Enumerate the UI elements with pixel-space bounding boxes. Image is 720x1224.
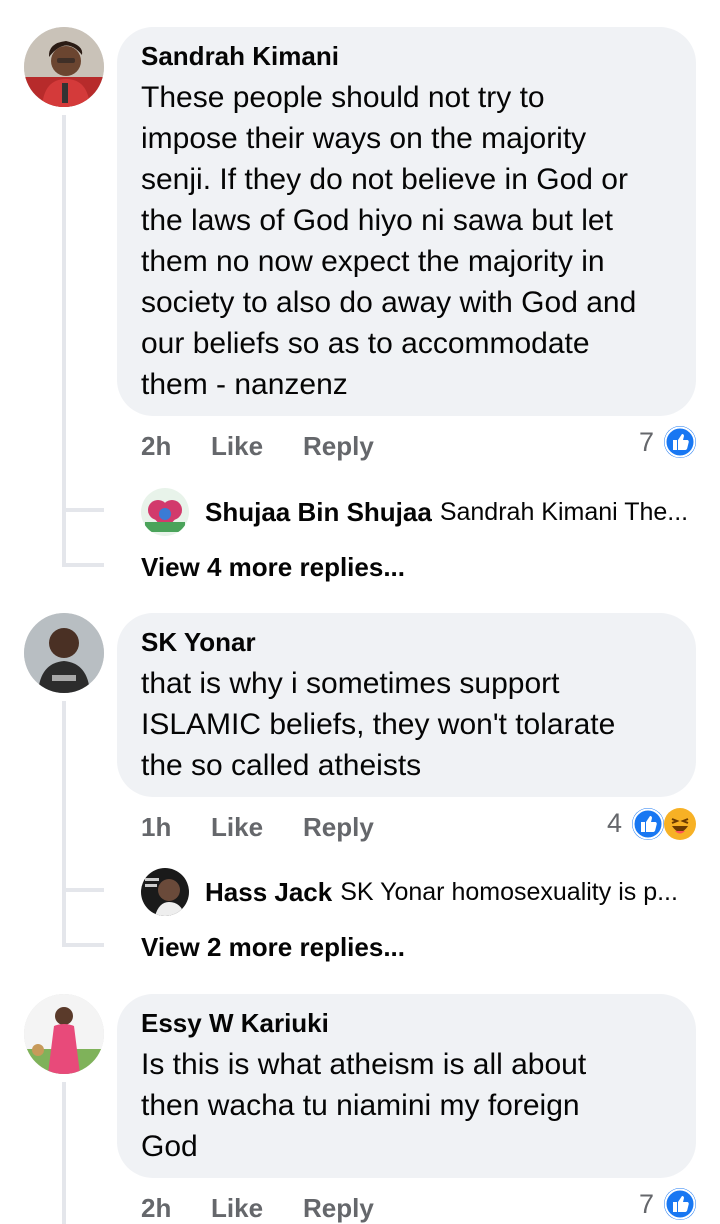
reply-text: Sandrah Kimani The...	[439, 497, 689, 526]
comment-author[interactable]: SK Yonar	[141, 627, 672, 657]
avatar[interactable]	[141, 868, 189, 916]
like-icon[interactable]	[632, 808, 664, 840]
view-more-replies-link[interactable]: View 2 more replies...	[141, 932, 405, 963]
comment-bubble[interactable]: Essy W Kariuki Is this is what atheism i…	[117, 994, 696, 1178]
comment-text: These people should not try to impose th…	[141, 77, 672, 405]
comment-author[interactable]: Essy W Kariuki	[141, 1008, 672, 1038]
comment-text-line: then wacha tu niamini my foreign	[141, 1089, 580, 1122]
comment-text-line: senji. If they do not believe in God or	[141, 163, 628, 196]
comment-time: 1h	[141, 812, 172, 842]
reply-author[interactable]: Shujaa Bin Shujaa	[205, 497, 432, 528]
reply-text: SK Yonar homosexuality is p...	[340, 877, 678, 906]
avatar[interactable]	[24, 613, 104, 693]
thread-line	[62, 1082, 66, 1224]
avatar[interactable]	[141, 488, 189, 536]
comment-author[interactable]: Sandrah Kimani	[141, 41, 672, 71]
comment-text-line: Is this is what atheism is all about	[141, 1048, 587, 1081]
thread-branch	[62, 563, 104, 567]
like-button[interactable]: Like	[211, 431, 263, 461]
like-button[interactable]: Like	[211, 812, 263, 842]
comment-text: Is this is what atheism is all about the…	[141, 1044, 672, 1167]
comment-text-line: ISLAMIC beliefs, they won't tolarate	[141, 708, 616, 741]
thread-branch	[62, 888, 104, 892]
comment-bubble[interactable]: Sandrah Kimani These people should not t…	[117, 27, 696, 416]
like-icon[interactable]	[664, 426, 696, 458]
comment-text-line: impose their ways on the majority	[141, 122, 587, 155]
comment-text: that is why i sometimes support ISLAMIC …	[141, 663, 672, 786]
like-button[interactable]: Like	[211, 1193, 263, 1223]
reply-author[interactable]: Hass Jack	[205, 877, 332, 908]
reply-button[interactable]: Reply	[303, 431, 374, 461]
reply-preview[interactable]: Shujaa Bin Shujaa Sandrah Kimani The...	[141, 488, 688, 536]
view-more-replies-link[interactable]: View 4 more replies...	[141, 552, 405, 583]
thread-branch	[62, 508, 104, 512]
comment-text-line: These people should not try to	[141, 81, 545, 114]
reply-button[interactable]: Reply	[303, 812, 374, 842]
comment-text-line: the laws of God hiyo ni sawa but let	[141, 204, 613, 237]
reaction-count[interactable]: 7	[639, 1188, 654, 1220]
comment-bubble[interactable]: SK Yonar that is why i sometimes support…	[117, 613, 696, 797]
avatar[interactable]	[24, 27, 104, 107]
reply-preview[interactable]: Hass Jack SK Yonar homosexuality is p...	[141, 868, 678, 916]
comment-text-line: that is why i sometimes support	[141, 667, 560, 700]
reaction-count[interactable]: 7	[639, 426, 654, 458]
thread-branch	[62, 943, 104, 947]
comment-text-line: God	[141, 1130, 198, 1163]
comment-text-line: society to also do away with God and	[141, 286, 637, 319]
comment-time: 2h	[141, 1193, 172, 1223]
comment-text-line: our beliefs so as to accommodate	[141, 327, 590, 360]
haha-icon[interactable]	[664, 808, 696, 840]
like-icon[interactable]	[664, 1188, 696, 1220]
comment-text-line: them no now expect the majority in	[141, 245, 605, 278]
reply-button[interactable]: Reply	[303, 1193, 374, 1223]
comment-text-line: the so called atheists	[141, 749, 422, 782]
avatar[interactable]	[24, 994, 104, 1074]
reaction-count[interactable]: 4	[607, 807, 622, 839]
comment-time: 2h	[141, 431, 172, 461]
thread-line	[62, 115, 66, 565]
thread-line	[62, 701, 66, 946]
comment-text-line: them - nanzenz	[141, 368, 348, 401]
